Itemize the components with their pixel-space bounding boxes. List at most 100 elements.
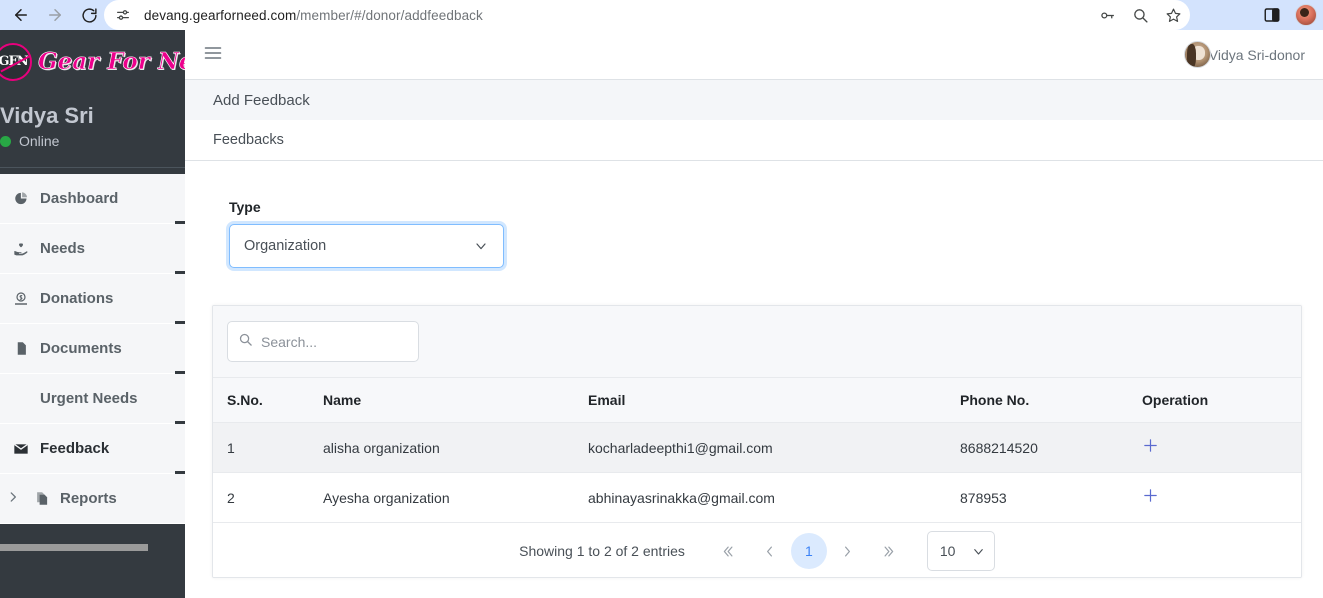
sidebar: GFN Gear For Need Vidya Sri Online Dashb… [0, 30, 185, 598]
type-label: Type [229, 199, 261, 215]
double-chevron-right-icon [884, 546, 894, 556]
cell-sno: 1 [213, 422, 323, 473]
pagination: Showing 1 to 2 of 2 entries 1 10 [213, 523, 1301, 577]
pagination-next-button[interactable] [827, 534, 869, 568]
brand-logo-icon: GFN [0, 42, 32, 81]
back-button[interactable] [4, 0, 38, 30]
top-navbar: Vidya Sri-donor [185, 30, 1323, 80]
search-placeholder: Search... [261, 333, 318, 350]
page-viewport: GFN Gear For Need Vidya Sri Online Dashb… [0, 30, 1323, 598]
cell-name: alisha organization [323, 422, 588, 473]
col-header-operation[interactable]: Operation [1142, 378, 1301, 423]
hand-heart-icon [12, 241, 30, 257]
double-chevron-left-icon [724, 546, 733, 556]
sidebar-item-donations[interactable]: Donations [0, 274, 185, 324]
col-header-name[interactable]: Name [323, 378, 588, 423]
sidebar-status-label: Online [19, 133, 60, 149]
envelope-icon [12, 441, 30, 457]
chevron-down-icon [971, 544, 986, 559]
document-icon [12, 341, 30, 356]
cell-operation [1142, 422, 1301, 473]
brand-logo-text: GFN [0, 54, 29, 69]
key-icon[interactable] [1099, 7, 1116, 24]
forward-button[interactable] [38, 0, 72, 30]
tab-feedbacks[interactable]: Feedbacks [213, 132, 284, 148]
sidebar-item-label: Urgent Needs [40, 390, 138, 407]
table-row[interactable]: 2 Ayesha organization abhinayasrinakka@g… [213, 472, 1301, 523]
plus-icon[interactable] [1142, 487, 1159, 508]
tune-icon [117, 10, 129, 20]
arrow-left-icon [15, 9, 27, 21]
sidebar-item-reports[interactable]: Reports [0, 474, 185, 524]
chevron-down-icon [473, 238, 489, 254]
tabs-bar: Feedbacks [185, 120, 1323, 161]
sidebar-item-urgent-needs[interactable]: Urgent Needs [0, 374, 185, 424]
hamburger-icon[interactable] [203, 43, 223, 67]
sidebar-horizontal-scrollbar[interactable] [0, 544, 148, 551]
pagination-prev-button[interactable] [749, 534, 791, 568]
sidebar-item-needs[interactable]: Needs [0, 224, 185, 274]
pie-chart-icon [12, 191, 30, 206]
feedback-form: Type Organization [185, 161, 1323, 268]
cell-name: Ayesha organization [323, 472, 588, 523]
feedback-table-card: Search... S.No. Name Email Phone No. Ope… [212, 305, 1302, 578]
cell-phone: 878953 [960, 472, 1142, 523]
search-input[interactable]: Search... [227, 321, 419, 362]
col-header-phone[interactable]: Phone No. [960, 378, 1142, 423]
brand-header[interactable]: GFN Gear For Need [0, 30, 185, 93]
brand-name: Gear For Need [38, 48, 185, 76]
site-settings-button[interactable] [108, 0, 138, 30]
per-page-select[interactable]: 10 [926, 531, 995, 571]
sidebar-item-label: Needs [40, 240, 86, 257]
url-path: /member/#/donor/addfeedback [296, 7, 483, 23]
pagination-info: Showing 1 to 2 of 2 entries [519, 543, 685, 559]
sidebar-user-name: Vidya Sri [0, 103, 94, 128]
type-select-value: Organization [244, 238, 327, 254]
chevron-right-icon [845, 546, 851, 556]
sidebar-item-label: Documents [40, 340, 122, 357]
online-dot-icon [0, 135, 11, 147]
address-bar[interactable]: devang.gearforneed.com/member/#/donor/ad… [104, 0, 1190, 30]
topbar-user[interactable]: Vidya Sri-donor [1183, 41, 1305, 68]
table-row[interactable]: 1 alisha organization kocharladeepthi1@g… [213, 422, 1301, 473]
pagination-page-1[interactable]: 1 [790, 533, 827, 569]
donation-coin-icon [12, 291, 30, 307]
col-header-sno[interactable]: S.No. [213, 378, 323, 423]
sidebar-item-feedback[interactable]: Feedback [0, 424, 185, 474]
reload-icon [81, 7, 97, 23]
pagination-last-button[interactable] [869, 534, 911, 568]
cell-email: kocharladeepthi1@gmail.com [588, 422, 960, 473]
table-body: 1 alisha organization kocharladeepthi1@g… [213, 422, 1301, 523]
magnifier-icon[interactable] [1132, 7, 1149, 24]
page-title: Add Feedback [185, 80, 1323, 120]
main-content: Vidya Sri-donor Add Feedback Feedbacks T… [185, 30, 1323, 598]
type-select[interactable]: Organization [229, 224, 504, 268]
plus-icon[interactable] [1142, 437, 1159, 458]
arrow-right-icon [49, 9, 61, 21]
table-toolbar: Search... [213, 306, 1301, 378]
pagination-first-button[interactable] [707, 534, 749, 568]
star-icon[interactable] [1165, 7, 1182, 24]
sidebar-user-status: Online [0, 133, 185, 149]
search-icon [238, 332, 253, 352]
side-panel-icon[interactable] [1263, 6, 1281, 24]
user-avatar [1183, 41, 1211, 68]
sidebar-user-block: Vidya Sri Online [0, 93, 185, 161]
sidebar-item-label: Reports [60, 490, 117, 507]
per-page-value: 10 [939, 543, 956, 559]
col-header-email[interactable]: Email [588, 378, 960, 423]
browser-toolbar: devang.gearforneed.com/member/#/donor/ad… [0, 0, 1323, 30]
profile-avatar[interactable] [1295, 4, 1317, 26]
url-text: devang.gearforneed.com/member/#/donor/ad… [144, 8, 483, 23]
topbar-username-label: Vidya Sri-donor [1208, 46, 1305, 63]
sidebar-item-label: Feedback [40, 440, 110, 457]
feedback-table: S.No. Name Email Phone No. Operation 1 a… [213, 378, 1301, 523]
sidebar-item-dashboard[interactable]: Dashboard [0, 174, 185, 224]
sidebar-item-documents[interactable]: Documents [0, 324, 185, 374]
copy-files-icon [32, 491, 50, 506]
reload-button[interactable] [72, 0, 106, 30]
cell-operation [1142, 472, 1301, 523]
sidebar-nav: Dashboard Needs Donations Documents Urge… [0, 174, 185, 524]
chevron-left-icon [767, 546, 773, 556]
browser-nav-buttons [0, 0, 106, 30]
